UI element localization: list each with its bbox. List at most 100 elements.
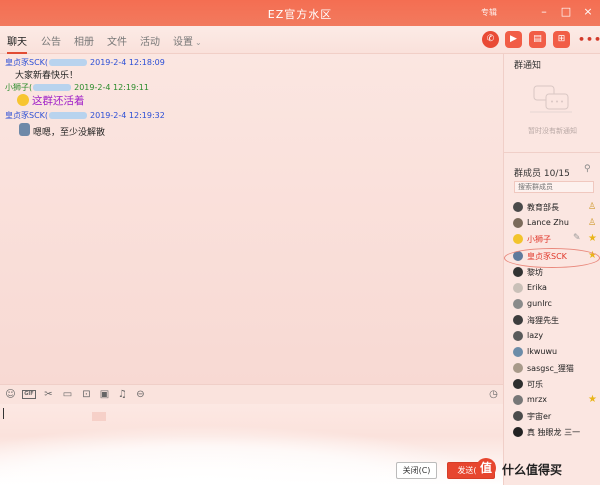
- redacted-id: [49, 112, 88, 119]
- screen-share-button[interactable]: ⊞: [553, 31, 570, 48]
- avatar: [513, 283, 523, 293]
- member-search-input[interactable]: [514, 181, 594, 193]
- member-item[interactable]: gunlrc: [504, 297, 600, 312]
- bell-icon[interactable]: ♫: [117, 389, 128, 400]
- member-item[interactable]: 海狸先生: [504, 313, 600, 328]
- sweat-smile-emoji-icon: [17, 94, 29, 106]
- member-item[interactable]: 可乐: [504, 377, 600, 392]
- star-icon: ★: [588, 233, 597, 244]
- avatar: [513, 299, 523, 309]
- scissors-icon[interactable]: ✂: [43, 389, 54, 400]
- member-item[interactable]: 宇宙er: [504, 409, 600, 424]
- avatar: [513, 331, 523, 341]
- members-count-title: 群成员 10/15: [514, 169, 570, 179]
- member-name: 可乐: [527, 380, 543, 389]
- message-sender[interactable]: 皇贞豕SCK(: [5, 111, 48, 120]
- tab-chat[interactable]: 聊天: [7, 33, 27, 54]
- sticker-icon: [19, 123, 30, 136]
- avatar: [513, 363, 523, 373]
- gif-icon[interactable]: GIF: [22, 390, 36, 399]
- avatar: [513, 411, 523, 421]
- member-item[interactable]: lkwuwu: [504, 345, 600, 360]
- maximize-icon[interactable]: □: [560, 5, 572, 19]
- input-toolbar: ☺ GIF ✂ ▭ ⊡ ▣ ♫ ⊖ ◷: [0, 384, 503, 404]
- redacted-id: [33, 84, 72, 91]
- close-window-icon[interactable]: ×: [582, 5, 594, 19]
- avatar: [513, 379, 523, 389]
- minimize-icon[interactable]: –: [538, 5, 550, 19]
- video-call-button[interactable]: ▶: [505, 31, 522, 48]
- member-name: lazy: [527, 331, 544, 340]
- message-text: 这群还活着: [32, 95, 85, 107]
- member-name: 小狮子: [527, 235, 551, 244]
- chevron-down-icon: ⌄: [195, 38, 202, 47]
- message-sender[interactable]: 小狮子(: [5, 83, 32, 92]
- title-bar: EZ官方水区 专辑 – □ ×: [0, 0, 600, 26]
- more-icon[interactable]: ⊖: [135, 389, 146, 400]
- search-icon[interactable]: ⚲: [584, 164, 594, 174]
- admin-person-icon: ♙: [588, 218, 597, 228]
- album-mode-label[interactable]: 专辑: [481, 7, 497, 18]
- close-button[interactable]: 关闭(C): [396, 462, 437, 479]
- member-name: lkwuwu: [527, 347, 558, 356]
- avatar: [513, 395, 523, 405]
- member-item[interactable]: mrzx ★: [504, 393, 600, 408]
- member-item[interactable]: sasgsc_狸猫: [504, 361, 600, 376]
- edit-pencil-icon[interactable]: ✎: [573, 233, 581, 243]
- message-input-area[interactable]: 关闭(C) 发送(S): [0, 404, 503, 485]
- document-button[interactable]: ▤: [529, 31, 546, 48]
- group-notice-title: 群通知: [514, 61, 542, 71]
- tab-bar: 聊天 公告 相册 文件 活动 设置 ⌄ ✆ ▶ ▤ ⊞ •••: [0, 26, 600, 54]
- member-name: sasgsc_狸猫: [527, 364, 574, 373]
- clock-icon[interactable]: ◷: [488, 389, 499, 400]
- image-icon[interactable]: ▣: [99, 389, 110, 400]
- watermark-logo: 值: [476, 458, 496, 478]
- folder-icon[interactable]: ▭: [62, 389, 73, 400]
- star-icon: ★: [588, 394, 597, 405]
- more-options-icon[interactable]: •••: [578, 33, 600, 46]
- tab-album[interactable]: 相册: [74, 33, 94, 48]
- phone-call-button[interactable]: ✆: [482, 31, 499, 48]
- message-time: 2019-2-4 12:19:32: [90, 111, 165, 120]
- tab-activities[interactable]: 活动: [140, 33, 160, 48]
- tab-settings-label: 设置: [173, 37, 193, 48]
- tab-files[interactable]: 文件: [107, 33, 127, 48]
- message-sender[interactable]: 皇贞豕SCK(: [5, 58, 48, 67]
- member-item[interactable]: 真 独眼龙 三一: [504, 425, 600, 440]
- message-text: 嗯嗯，至少没解散: [33, 128, 106, 138]
- member-item[interactable]: Erika: [504, 281, 600, 296]
- star-icon: ★: [588, 250, 597, 261]
- message-text: 大家新春快乐！: [15, 71, 79, 81]
- window-icon[interactable]: ⊡: [81, 389, 92, 400]
- message-header: 皇贞豕SCK(2019-2-4 12:18:09: [5, 57, 165, 68]
- message-time: 2019-2-4 12:19:11: [74, 83, 149, 92]
- avatar: [513, 267, 523, 277]
- member-item[interactable]: 小狮子 ✎ ★: [504, 232, 600, 247]
- avatar: [513, 427, 523, 437]
- avatar: [513, 251, 523, 261]
- notice-empty-text: 暂时没有新通知: [528, 127, 577, 135]
- member-item[interactable]: lazy: [504, 329, 600, 344]
- smzdm-watermark: 值 什么值得买: [474, 458, 598, 480]
- message-header: 皇贞豕SCK( 2019-2-4 12:19:32: [5, 110, 165, 121]
- chat-messages-area[interactable]: 皇贞豕SCK(2019-2-4 12:18:09 大家新春快乐！ 小狮子( 201…: [0, 54, 503, 384]
- member-name: gunlrc: [527, 299, 552, 308]
- member-name: Erika: [527, 283, 547, 292]
- member-name: 教育部長: [527, 203, 559, 212]
- member-item[interactable]: 皇贞豕SCK ★: [504, 249, 600, 264]
- tab-announcement[interactable]: 公告: [41, 33, 61, 48]
- member-name: 黎坊: [527, 268, 543, 277]
- notice-empty-illustration-icon: [530, 85, 572, 113]
- member-name: mrzx: [527, 395, 548, 404]
- avatar: [513, 234, 523, 244]
- background-house: [92, 412, 106, 421]
- smiley-icon[interactable]: ☺: [5, 389, 16, 400]
- member-name: Lance Zhu: [527, 218, 569, 227]
- tab-settings[interactable]: 设置 ⌄: [173, 33, 202, 48]
- member-item[interactable]: 教育部長 ♙: [504, 200, 600, 215]
- member-name: 宇宙er: [527, 412, 552, 421]
- member-name: 真 独眼龙 三一: [527, 428, 581, 437]
- avatar: [513, 347, 523, 357]
- member-item[interactable]: Lance Zhu ♙: [504, 216, 600, 231]
- member-item[interactable]: 黎坊: [504, 265, 600, 280]
